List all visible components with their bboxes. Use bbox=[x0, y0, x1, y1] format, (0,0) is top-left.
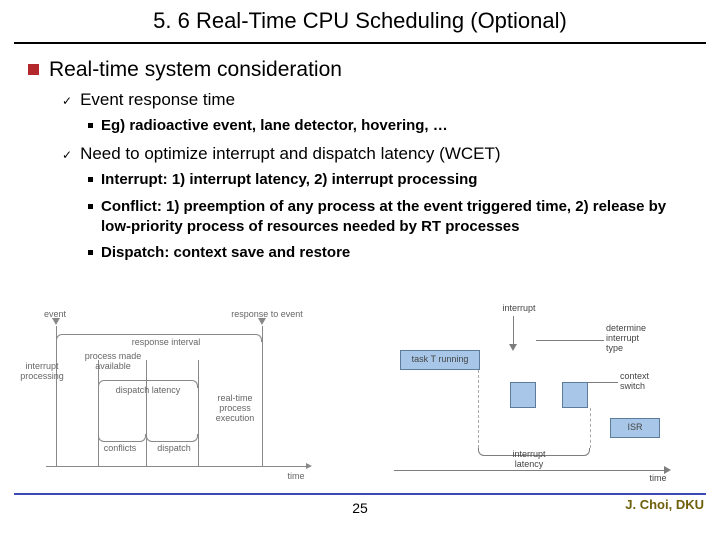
fig-label: response interval bbox=[126, 338, 206, 348]
fig-label: process made available bbox=[78, 352, 148, 372]
sub2-text: Conflict: 1) preemption of any process a… bbox=[101, 197, 692, 238]
sub2-text: Interrupt: 1) interrupt latency, 2) inte… bbox=[101, 170, 477, 190]
sub-bullet-1: Event response time bbox=[80, 90, 235, 110]
fig-label: event bbox=[30, 310, 80, 320]
figures-area: event response to event response interva… bbox=[0, 300, 720, 500]
bullet-square-icon bbox=[28, 64, 39, 75]
fig-label: interrupt processing bbox=[18, 362, 66, 382]
fig-label: dispatch bbox=[148, 444, 200, 454]
fig-label: context switch bbox=[620, 372, 666, 392]
fig-label: ISR bbox=[627, 423, 642, 433]
sub2-text: Dispatch: context save and restore bbox=[101, 243, 350, 263]
figure-right: task T running ISR interrupt determine i… bbox=[370, 300, 690, 500]
sub2-text: Eg) radioactive event, lane detector, ho… bbox=[101, 116, 448, 136]
fig-label: interrupt latency bbox=[504, 450, 554, 470]
main-bullet: Real-time system consideration bbox=[49, 58, 342, 82]
fig-label: determine interrupt type bbox=[606, 324, 664, 354]
check-icon: ✓ bbox=[62, 94, 72, 108]
fig-label: interrupt bbox=[494, 304, 544, 314]
square-dot-icon bbox=[88, 204, 93, 209]
check-icon: ✓ bbox=[62, 148, 72, 162]
sub-bullet-2: Need to optimize interrupt and dispatch … bbox=[80, 144, 500, 164]
fig-label: response to event bbox=[222, 310, 312, 320]
fig-label: dispatch latency bbox=[108, 386, 188, 396]
figure-left: event response to event response interva… bbox=[26, 316, 336, 496]
content-area: Real-time system consideration ✓ Event r… bbox=[0, 44, 720, 263]
slide-title: 5. 6 Real-Time CPU Scheduling (Optional) bbox=[0, 8, 720, 34]
page-number: 25 bbox=[0, 500, 720, 516]
square-dot-icon bbox=[88, 250, 93, 255]
fig-label: time bbox=[638, 474, 678, 484]
fig-label: task T running bbox=[412, 355, 469, 365]
footer-divider bbox=[14, 493, 706, 495]
fig-label: time bbox=[276, 472, 316, 482]
square-dot-icon bbox=[88, 177, 93, 182]
credits: J. Choi, DKU bbox=[625, 497, 704, 512]
fig-label: real-time process execution bbox=[208, 394, 262, 424]
fig-label: conflicts bbox=[94, 444, 146, 454]
square-dot-icon bbox=[88, 123, 93, 128]
